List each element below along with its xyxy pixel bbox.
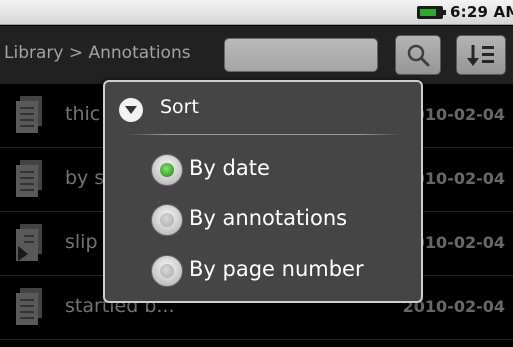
status-time: 6:29 AM (450, 3, 513, 21)
dialog-header: Sort (105, 82, 421, 134)
dropdown-circle-icon (119, 98, 143, 122)
status-bar: 6:29 AM (0, 0, 513, 25)
sort-option-by-date[interactable]: By date (151, 152, 401, 186)
sort-option-label: By date (189, 156, 270, 180)
sort-option-by-page-number[interactable]: By page number (151, 253, 401, 287)
sort-option-by-annotations[interactable]: By annotations (151, 202, 401, 236)
dialog-title: Sort (160, 96, 199, 118)
sort-option-label: By annotations (189, 206, 348, 230)
dialog-divider (125, 134, 401, 135)
radio-button[interactable] (151, 255, 183, 287)
sort-dialog: Sort By date By annotations By page numb… (103, 80, 423, 303)
radio-button[interactable] (151, 204, 183, 236)
radio-button-checked[interactable] (151, 154, 183, 186)
sort-option-label: By page number (189, 257, 364, 281)
battery-icon (417, 6, 446, 19)
